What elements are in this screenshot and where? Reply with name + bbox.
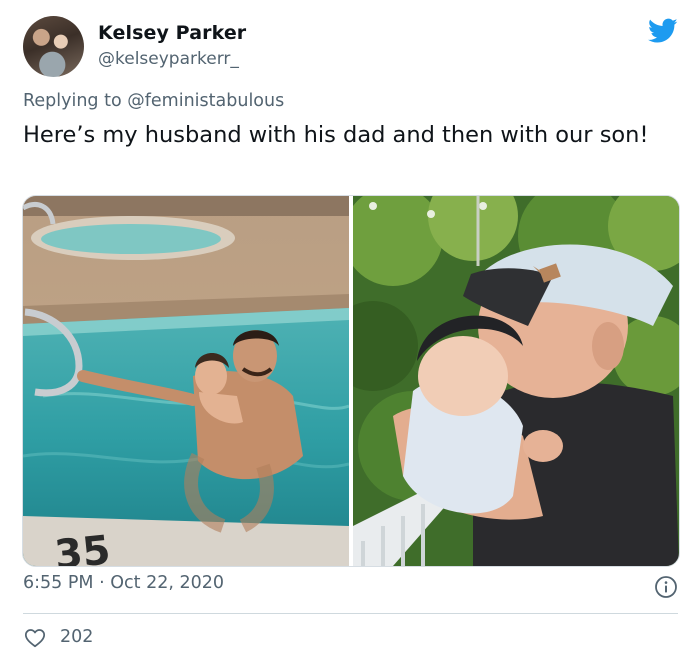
meta-separator: · [99,573,105,593]
replying-to: Replying to @feministabulous [23,91,284,111]
author-name[interactable]: Kelsey Parker [98,22,246,44]
tweet-date: Oct 22, 2020 [110,573,224,593]
info-icon[interactable] [654,575,678,599]
photo-garden[interactable] [353,196,679,566]
tweet-text: Here’s my husband with his dad and then … [23,122,649,148]
twitter-bird-icon[interactable] [648,18,678,44]
tweet-timestamp[interactable]: 6:55 PM · Oct 22, 2020 [23,573,224,593]
pool-depth-number: 35 [52,527,112,566]
avatar[interactable] [23,16,84,77]
photo-pool[interactable]: 35 [23,196,349,566]
divider [23,613,678,614]
author-handle[interactable]: @kelseyparkerr_ [98,49,239,69]
media-grid: 35 [22,195,680,567]
reply-mention-link[interactable]: @feministabulous [127,91,284,111]
heart-icon[interactable] [24,627,46,649]
tweet-time: 6:55 PM [23,573,94,593]
tweet-card: Kelsey Parker @kelseyparkerr_ Replying t… [0,0,700,667]
like-count: 202 [60,627,94,647]
replying-prefix: Replying to [23,91,122,111]
